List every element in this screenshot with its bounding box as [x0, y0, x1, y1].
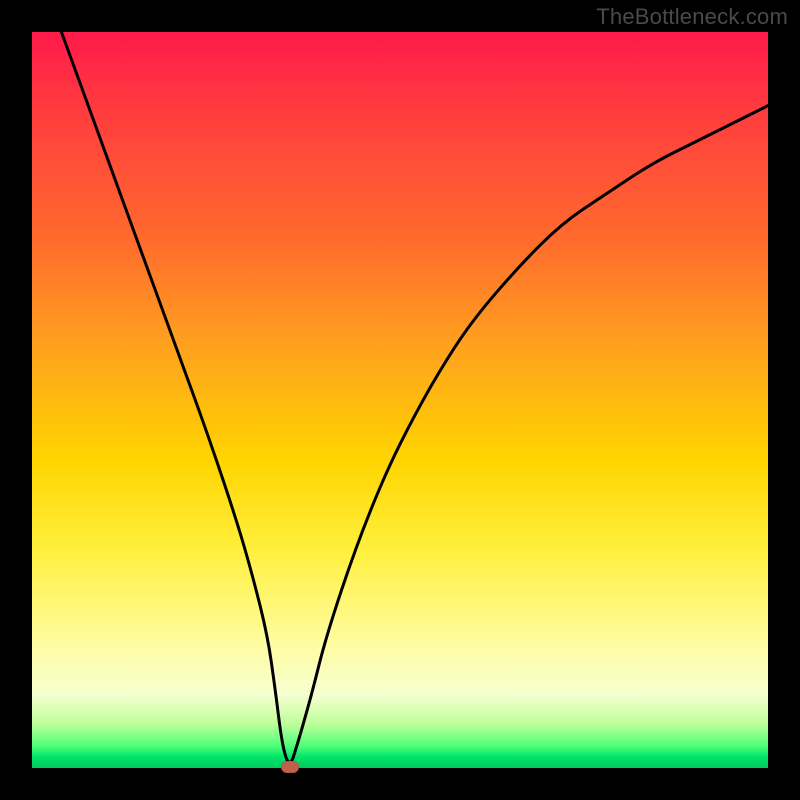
- optimum-marker: [281, 761, 299, 773]
- bottleneck-curve-path: [61, 32, 768, 763]
- plot-area: [32, 32, 768, 768]
- chart-frame: TheBottleneck.com: [0, 0, 800, 800]
- watermark-text: TheBottleneck.com: [596, 4, 788, 30]
- curve-svg: [32, 32, 768, 768]
